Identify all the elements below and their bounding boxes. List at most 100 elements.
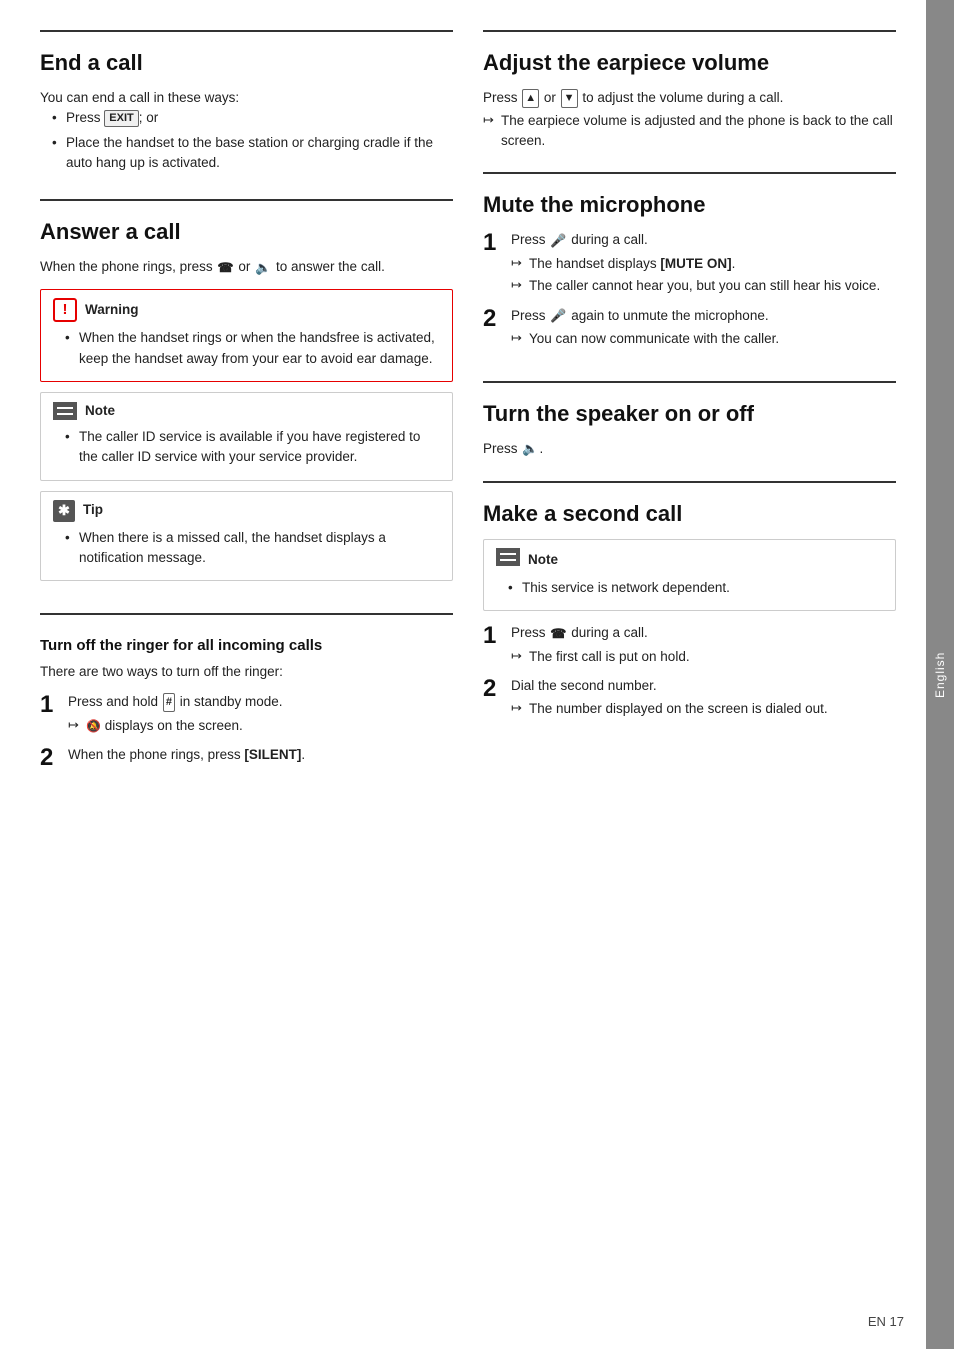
speaker-small-icon: 🔈 (255, 258, 271, 278)
mute-microphone-section: Mute the microphone 1 Press 🎤 during a c… (483, 172, 896, 380)
warning-content: When the handset rings or when the hands… (53, 328, 440, 369)
make-second-call-title: Make a second call (483, 501, 896, 527)
note-label-1: Note (85, 401, 115, 421)
note-icon-1 (53, 402, 77, 420)
mute-icon-2: 🎤 (550, 306, 566, 326)
warning-header: ! Warning (53, 298, 440, 322)
mute-icon-1: 🎤 (550, 231, 566, 251)
adjust-volume-arrow: The earpiece volume is adjusted and the … (483, 111, 896, 150)
answer-a-call-body: When the phone rings, press ☎ or 🔈 to an… (40, 257, 453, 581)
note-header-1: Note (53, 401, 440, 421)
second-call-step-1-arrow: The first call is put on hold. (511, 647, 896, 667)
note-box-1: Note The caller ID service is available … (40, 392, 453, 481)
answer-intro: When the phone rings, press ☎ or 🔈 to an… (40, 257, 453, 277)
page-footer: EN 17 (868, 1314, 904, 1329)
step-number-2: 2 (40, 745, 60, 771)
tip-bullet: When there is a missed call, the handset… (65, 528, 440, 569)
second-call-step-number-1: 1 (483, 623, 503, 649)
end-a-call-intro: You can end a call in these ways: (40, 88, 453, 108)
turn-off-ringer-body: There are two ways to turn off the ringe… (40, 662, 453, 771)
turn-speaker-intro: Press 🔈. (483, 439, 896, 459)
tip-box: ✱ Tip When there is a missed call, the h… (40, 491, 453, 582)
make-second-call-section: Make a second call N (483, 481, 896, 751)
handset-icon: ☎ (217, 258, 233, 278)
second-call-step-number-2: 2 (483, 676, 503, 702)
mute-step-1-text: Press 🎤 during a call. (511, 230, 896, 250)
mute-step-number-1: 1 (483, 230, 503, 256)
turn-off-ringer-section: Turn off the ringer for all incoming cal… (40, 613, 453, 803)
second-call-step-1-text: Press ☎ during a call. (511, 623, 896, 643)
mute-step-number-2: 2 (483, 306, 503, 332)
note-bullet-1: The caller ID service is available if yo… (65, 427, 440, 468)
mute-step-1-arrow-1: The handset displays [MUTE ON]. (511, 254, 896, 274)
speaker-icon: 🔈 (522, 439, 538, 459)
volume-down-icon: ▼ (561, 89, 578, 108)
end-a-call-body: You can end a call in these ways: Press … (40, 88, 453, 173)
note-content-1: The caller ID service is available if yo… (53, 427, 440, 468)
second-call-step-1-content: Press ☎ during a call. The first call is… (511, 623, 896, 666)
ringer-step-2: 2 When the phone rings, press [SILENT]. (40, 745, 453, 771)
step-number-1: 1 (40, 692, 60, 718)
end-a-call-title: End a call (40, 50, 453, 76)
note-icon-2 (496, 548, 520, 572)
adjust-volume-intro: Press ▲ or ▼ to adjust the volume during… (483, 88, 896, 108)
note-header-2: Note (496, 548, 883, 572)
tip-label: Tip (83, 500, 103, 520)
warning-icon: ! (53, 298, 77, 322)
warning-bullet: When the handset rings or when the hands… (65, 328, 440, 369)
answer-a-call-title: Answer a call (40, 219, 453, 245)
turn-off-ringer-intro: There are two ways to turn off the ringe… (40, 662, 453, 682)
note-icon-svg-1 (53, 402, 77, 420)
mute-step-2-text: Press 🎤 again to unmute the microphone. (511, 306, 896, 326)
page-number: EN 17 (868, 1314, 904, 1329)
note-bullet-2: This service is network dependent. (508, 578, 883, 598)
ringer-step-1: 1 Press and hold # in standby mode. 🔕 di… (40, 692, 453, 735)
step-1-content: Press and hold # in standby mode. 🔕 disp… (68, 692, 453, 735)
mute-step-1: 1 Press 🎤 during a call. The handset dis… (483, 230, 896, 295)
second-call-step-2-text: Dial the second number. (511, 676, 896, 696)
exit-key-icon: EXIT (104, 110, 138, 127)
end-a-call-bullet-1: Press EXIT; or (52, 108, 453, 128)
step-1-text: Press and hold # in standby mode. (68, 692, 453, 712)
volume-up-icon: ▲ (522, 89, 539, 108)
language-tab-label: English (933, 651, 947, 697)
second-call-step-2: 2 Dial the second number. The number dis… (483, 676, 896, 719)
answer-a-call-section: Answer a call When the phone rings, pres… (40, 199, 453, 613)
mute-microphone-title: Mute the microphone (483, 192, 896, 218)
end-a-call-bullet-2: Place the handset to the base station or… (52, 133, 453, 174)
note-icon-svg-2 (496, 548, 520, 566)
warning-label: Warning (85, 300, 139, 320)
left-column: End a call You can end a call in these w… (40, 30, 453, 1319)
mute-step-1-content: Press 🎤 during a call. The handset displ… (511, 230, 896, 295)
second-call-step-2-arrow: The number displayed on the screen is di… (511, 699, 896, 719)
tip-header: ✱ Tip (53, 500, 440, 522)
tip-content: When there is a missed call, the handset… (53, 528, 440, 569)
note-box-2: Note This service is network dependent. (483, 539, 896, 612)
mute-on-text: [MUTE ON] (660, 256, 731, 271)
hash-icon: # (163, 693, 175, 712)
note-content-2: This service is network dependent. (496, 578, 883, 598)
step-1-arrow: 🔕 displays on the screen. (68, 716, 453, 736)
step-2-text: When the phone rings, press [SILENT]. (68, 745, 453, 765)
adjust-volume-body: Press ▲ or ▼ to adjust the volume during… (483, 88, 896, 150)
turn-speaker-section: Turn the speaker on or off Press 🔈. (483, 381, 896, 481)
warning-box: ! Warning When the handset rings or when… (40, 289, 453, 382)
step-2-content: When the phone rings, press [SILENT]. (68, 745, 453, 765)
language-tab: English (926, 0, 954, 1349)
mute-step-2-content: Press 🎤 again to unmute the microphone. … (511, 306, 896, 349)
tip-icon: ✱ (53, 500, 75, 522)
silent-key: [SILENT] (244, 747, 301, 762)
right-column: Adjust the earpiece volume Press ▲ or ▼ … (483, 30, 896, 1319)
adjust-volume-title: Adjust the earpiece volume (483, 50, 896, 76)
end-a-call-bullets: Press EXIT; or Place the handset to the … (40, 108, 453, 173)
mute-step-2: 2 Press 🎤 again to unmute the microphone… (483, 306, 896, 349)
turn-speaker-body: Press 🔈. (483, 439, 896, 459)
mute-step-2-arrow: You can now communicate with the caller. (511, 329, 896, 349)
second-call-step-2-content: Dial the second number. The number displ… (511, 676, 896, 719)
end-a-call-section: End a call You can end a call in these w… (40, 30, 453, 199)
handset-icon-2: ☎ (550, 624, 566, 644)
turn-off-ringer-title: Turn off the ringer for all incoming cal… (40, 637, 453, 654)
adjust-volume-section: Adjust the earpiece volume Press ▲ or ▼ … (483, 30, 896, 172)
second-call-step-1: 1 Press ☎ during a call. The first call … (483, 623, 896, 666)
turn-speaker-title: Turn the speaker on or off (483, 401, 896, 427)
